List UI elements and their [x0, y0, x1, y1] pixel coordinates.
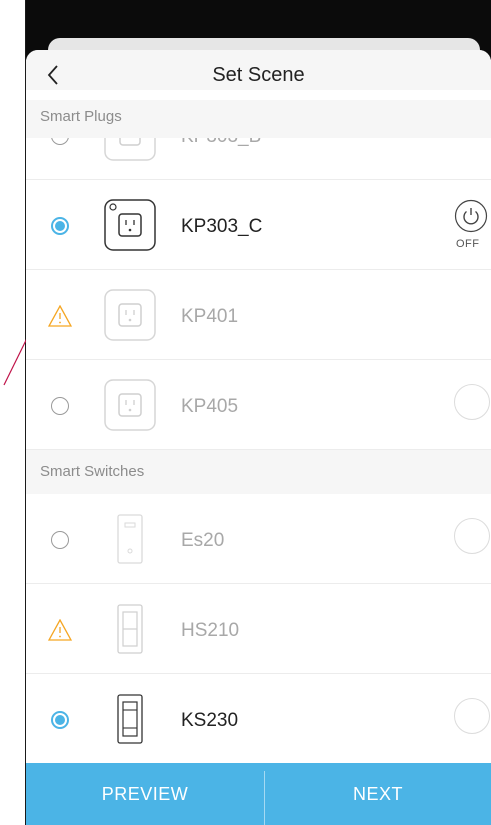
switch-icon — [117, 604, 143, 654]
device-row-kp401[interactable]: KP401 — [26, 270, 491, 360]
plug-icon — [104, 199, 156, 251]
device-name: Es20 — [181, 530, 225, 551]
select-radio[interactable] — [51, 397, 69, 415]
device-name: KP401 — [181, 306, 239, 327]
next-button[interactable]: NEXT — [265, 763, 491, 825]
device-name: KP405 — [181, 396, 239, 417]
scene-sheet: Set Scene Smart Plugs KP303_B Smart Plug… — [26, 50, 491, 825]
select-radio[interactable] — [51, 531, 69, 549]
warning-icon — [48, 305, 72, 327]
power-state-label: OFF — [456, 238, 480, 250]
device-row-kp303-c[interactable]: KP303_C OFF — [26, 180, 491, 270]
plug-icon — [104, 289, 156, 341]
section-smart-plugs-header: Smart Plugs — [26, 100, 491, 138]
plug-icon — [104, 379, 156, 431]
preview-button[interactable]: PREVIEW — [26, 763, 264, 825]
device-toggle[interactable] — [454, 518, 490, 554]
footer-bar: PREVIEW NEXT — [26, 763, 491, 825]
device-row-kp405[interactable]: KP405 — [26, 360, 491, 450]
device-toggle[interactable] — [454, 384, 490, 420]
warning-icon — [48, 619, 72, 641]
switch-icon — [117, 694, 143, 744]
select-radio-checked[interactable] — [51, 711, 69, 729]
page-title: Set Scene — [212, 64, 305, 86]
power-icon[interactable] — [454, 199, 488, 233]
select-radio-checked[interactable] — [51, 217, 69, 235]
device-row-ks230[interactable]: KS230 — [26, 674, 491, 764]
section-smart-switches: Smart Switches — [26, 450, 491, 494]
device-name: HS210 — [181, 620, 240, 641]
device-name: KS230 — [181, 710, 239, 731]
device-row-es20[interactable]: Es20 — [26, 494, 491, 584]
dimmer-switch-icon — [117, 514, 143, 564]
device-row-hs210[interactable]: HS210 — [26, 584, 491, 674]
device-name: KP303_C — [181, 216, 263, 237]
device-toggle[interactable] — [454, 698, 490, 734]
